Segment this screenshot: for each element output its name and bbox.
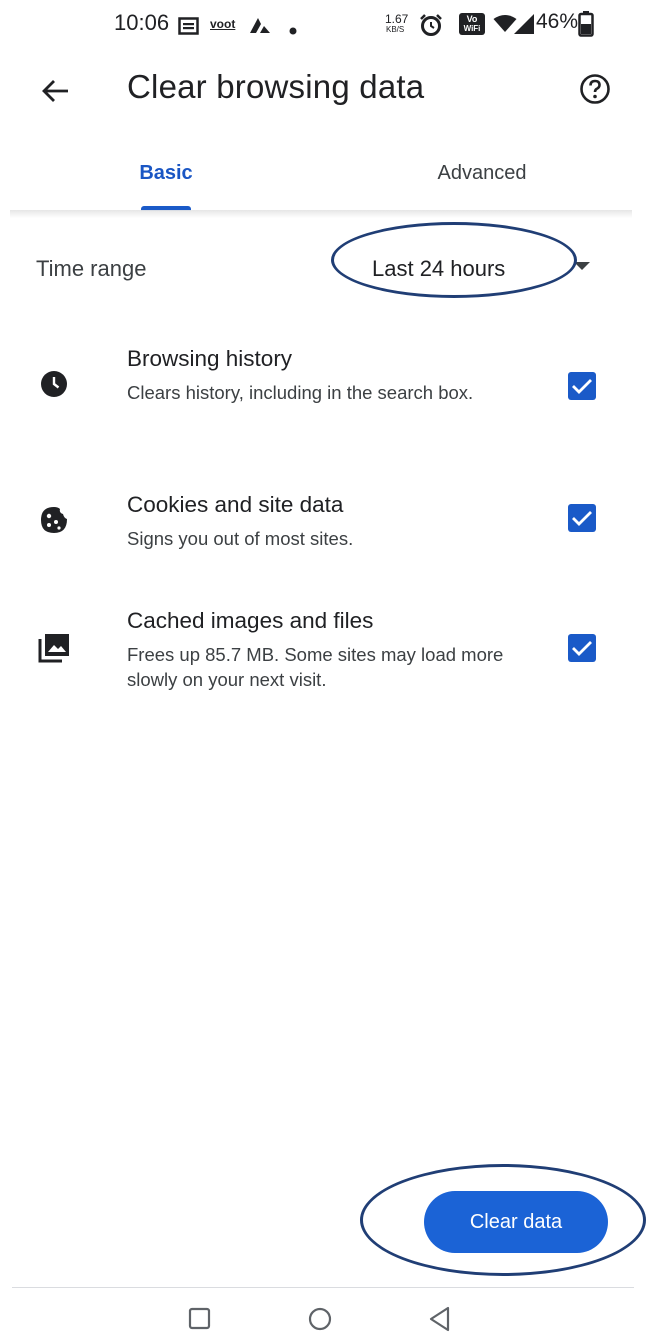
volte-line1: Vo [466,14,478,24]
checkbox-browsing-history[interactable] [568,372,596,400]
news-icon [178,17,199,40]
recents-square-icon [188,1307,211,1330]
option-description: Signs you out of most sites. [127,528,354,549]
checkbox-cached-images[interactable] [568,634,596,662]
annotation-oval-time-range [331,222,577,298]
option-description: Clears history, including in the search … [127,382,474,403]
clock-icon [38,368,70,400]
option-title: Cookies and site data [127,492,344,517]
system-nav-bar [0,1296,649,1341]
option-cached-images[interactable]: Cached images and files Frees up 85.7 MB… [0,608,649,708]
image-collection-icon [38,632,70,664]
option-cookies[interactable]: Cookies and site data Signs you out of m… [0,490,649,560]
arrow-back-icon [42,80,68,102]
status-time: 10:06 [114,10,170,35]
checkmark-icon [572,511,592,526]
status-bar: 10:06 voot 1.67 KB/S Vo WiFi 46% [0,0,649,46]
time-range-label: Time range [36,256,147,281]
app-icon [248,16,272,39]
tab-advanced[interactable]: Advanced [332,136,632,210]
app-bar: Clear browsing data [0,46,649,136]
help-button[interactable] [573,67,617,111]
recents-button[interactable] [180,1302,220,1336]
option-title: Browsing history [127,346,293,371]
tab-basic[interactable]: Basic [0,136,332,210]
back-button[interactable] [32,68,78,114]
home-circle-icon [308,1307,332,1331]
checkbox-cookies[interactable] [568,504,596,532]
back-triangle-icon [429,1306,450,1332]
annotation-oval-clear-data [360,1164,646,1276]
help-circle-icon [580,74,610,104]
signal-icon [513,13,535,40]
checkmark-icon [572,379,592,394]
tab-bar: Basic Advanced [0,136,649,214]
home-button[interactable] [300,1302,340,1336]
page-title: Clear browsing data [127,68,425,105]
voot-icon: voot [210,15,235,33]
tab-divider [10,210,632,218]
option-description: Frees up 85.7 MB. Some sites may load mo… [127,644,504,690]
wifi-calling-icon: Vo WiFi [459,13,485,35]
option-title: Cached images and files [127,608,374,633]
volte-line2: WiFi [463,24,481,33]
battery-icon [578,11,594,42]
network-speed-unit: KB/S [386,25,405,34]
checkmark-icon [572,641,592,656]
alarm-icon [419,13,443,42]
network-speed-value: 1.67 [385,12,409,26]
nav-back-button[interactable] [420,1302,460,1336]
voot-label: voot [210,17,236,31]
cookie-icon [38,504,70,536]
battery-percent: 46% [536,10,579,33]
dot-icon [289,22,297,40]
option-browsing-history[interactable]: Browsing history Clears history, includi… [0,344,649,444]
bottom-divider [12,1287,634,1288]
